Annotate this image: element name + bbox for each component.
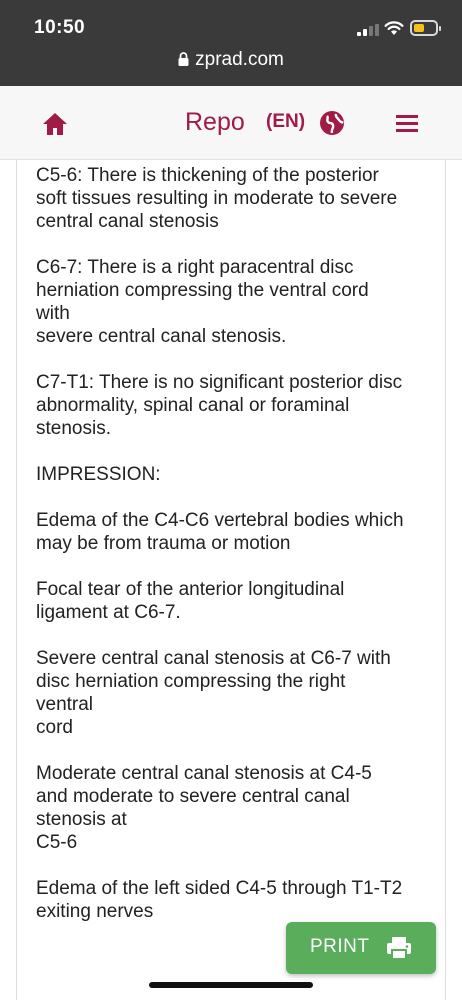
report-line: soft tissues resulting in moderate to se…	[36, 188, 398, 209]
report-paragraph: Edema of the C4-C6 vertebral bodies whic…	[36, 509, 436, 555]
report-line: cord	[36, 717, 73, 738]
report-line: C6-7: There is a right paracentral disc	[36, 257, 354, 278]
print-label: PRINT	[310, 936, 370, 957]
report-line: ligament at C6-7.	[36, 602, 181, 623]
report-line: disc herniation compressing the right	[36, 671, 346, 692]
report-line: herniation compressing the ventral cord	[36, 280, 369, 301]
report-line: stenosis at	[36, 809, 127, 830]
report-paragraph: C6-7: There is a right paracentral disc h…	[36, 256, 436, 348]
home-icon[interactable]	[40, 110, 70, 138]
report-line: Edema of the left sided C4-5 through T1-…	[36, 878, 403, 899]
globe-icon[interactable]	[319, 110, 345, 136]
report-paragraph: C7-T1: There is no significant posterior…	[36, 371, 436, 440]
report-line: stenosis.	[36, 418, 111, 439]
report-line: abnormality, spinal canal or foraminal	[36, 395, 350, 416]
hamburger-menu-icon[interactable]	[395, 113, 419, 133]
print-button[interactable]: PRINT	[286, 922, 436, 974]
report-line: C7-T1: There is no significant posterior…	[36, 372, 403, 393]
wifi-icon	[384, 21, 404, 35]
report-paragraph: Focal tear of the anterior longitudinal l…	[36, 578, 436, 624]
report-line: severe central canal stenosis.	[36, 326, 287, 347]
app-header: Repo (EN)	[0, 86, 462, 160]
report-paragraph: C5-6: There is thickening of the posteri…	[36, 164, 436, 233]
report-line: with	[36, 303, 70, 324]
report-line: C5-6: There is thickening of the posteri…	[36, 165, 379, 186]
app-title: Repo	[185, 108, 245, 136]
report-line: Moderate central canal stenosis at C4-5	[36, 763, 372, 784]
report-paragraph: IMPRESSION:	[36, 463, 436, 486]
report-paragraph: Severe central canal stenosis at C6-7 wi…	[36, 647, 436, 739]
report-paragraph: Moderate central canal stenosis at C4-5 a…	[36, 762, 436, 854]
report-line: Edema of the C4-C6 vertebral bodies whic…	[36, 510, 404, 531]
home-indicator	[149, 982, 313, 988]
report-paragraph: Edema of the left sided C4-5 through T1-…	[36, 877, 436, 923]
lock-icon	[178, 50, 189, 66]
report-line: C5-6	[36, 832, 78, 853]
report-line: IMPRESSION:	[36, 464, 161, 485]
url-text: zprad.com	[195, 49, 284, 70]
status-time: 10:50	[34, 17, 86, 38]
address-bar[interactable]: zprad.com	[0, 49, 462, 71]
report-line: may be from trauma or motion	[36, 533, 291, 554]
report-line: central canal stenosis	[36, 211, 219, 232]
report-line: Severe central canal stenosis at C6-7 wi…	[36, 648, 391, 669]
report-line: and moderate to severe central canal	[36, 786, 350, 807]
report-line: exiting nerves	[36, 901, 154, 922]
report-line: ventral	[36, 694, 94, 715]
report-text: C5-6: There is thickening of the posteri…	[36, 164, 436, 946]
battery-icon	[410, 20, 441, 36]
language-selector[interactable]: (EN)	[266, 111, 305, 133]
printer-icon	[387, 937, 411, 960]
report-panel: C5-6: There is thickening of the posteri…	[16, 160, 446, 1000]
report-line: Focal tear of the anterior longitudinal	[36, 579, 345, 600]
cell-signal-icon	[357, 24, 379, 36]
browser-chrome: 10:50 zprad.com	[0, 0, 462, 86]
